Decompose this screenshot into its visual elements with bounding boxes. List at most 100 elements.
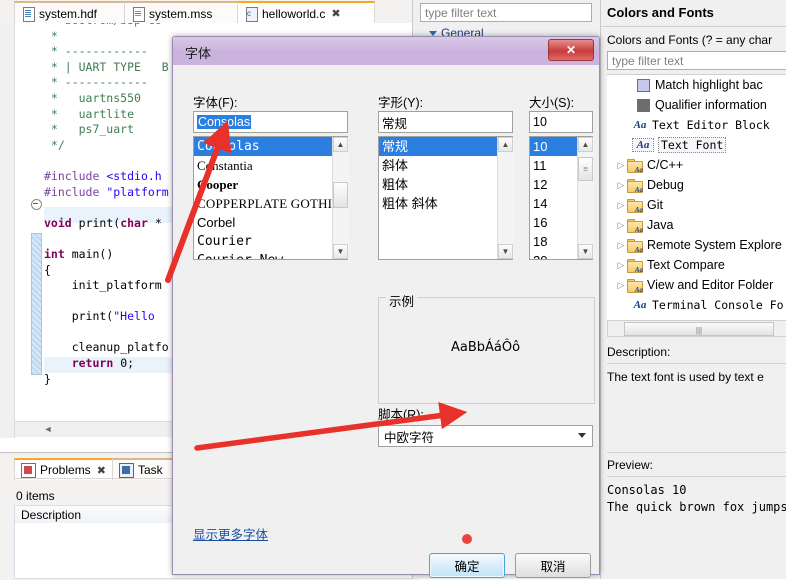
tree-item-terminal-console-font[interactable]: Aa Terminal Console Fo bbox=[607, 295, 786, 315]
font-style-input[interactable]: 常规 bbox=[378, 111, 513, 133]
scroll-left-icon[interactable]: ◄ bbox=[43, 424, 53, 434]
bottom-tab-label: Task bbox=[138, 463, 163, 477]
mss-file-icon bbox=[132, 6, 145, 22]
tree-item-text-editor-block[interactable]: Aa Text Editor Block bbox=[607, 115, 786, 135]
colors-fonts-filter-input[interactable]: type filter text bbox=[607, 51, 786, 70]
chevron-right-icon[interactable]: ▷ bbox=[615, 200, 627, 211]
tree-item-label: Text Editor Block bbox=[652, 118, 770, 132]
chevron-right-icon[interactable]: ▷ bbox=[615, 180, 627, 191]
tree-item-label: Qualifier information bbox=[655, 98, 767, 112]
editor-tab-system-mss[interactable]: system.mss bbox=[124, 1, 247, 24]
description-label: Description: bbox=[607, 345, 671, 359]
style-list-scrollbar[interactable]: ▲ ▼ bbox=[497, 137, 514, 259]
column-header-description: Description bbox=[21, 508, 82, 522]
colors-fonts-tree[interactable]: Match highlight bac Qualifier informatio… bbox=[607, 74, 786, 322]
tree-item-match-highlight[interactable]: Match highlight bac bbox=[607, 75, 786, 95]
chevron-right-icon[interactable]: ▷ bbox=[615, 280, 627, 291]
dialog-title: 字体 bbox=[185, 46, 212, 61]
preview-label: Preview: bbox=[607, 458, 654, 472]
tree-item-text-compare[interactable]: ▷ Aa Text Compare bbox=[607, 255, 786, 275]
tree-item-debug[interactable]: ▷ Aa Debug bbox=[607, 175, 786, 195]
tab-problems[interactable]: Problems ✖ bbox=[14, 458, 120, 480]
scrollbar-thumb[interactable]: ||| bbox=[624, 322, 774, 336]
chevron-down-icon[interactable] bbox=[578, 433, 586, 438]
chevron-right-icon[interactable]: ▷ bbox=[615, 260, 627, 271]
script-combo[interactable]: 中欧字符 bbox=[378, 425, 593, 447]
font-family-value: Consolas bbox=[197, 115, 252, 129]
font-style-list[interactable]: 常规 斜体 粗体 粗体 斜体 bbox=[378, 136, 513, 260]
tree-item-qualifier-info[interactable]: Qualifier information bbox=[607, 95, 786, 115]
tree-item-label: Remote System Explore bbox=[647, 238, 782, 252]
font-size-input[interactable]: 10 bbox=[529, 111, 593, 133]
style-list-item-regular[interactable]: 常规 bbox=[379, 137, 512, 156]
tree-item-java[interactable]: ▷ Aa Java bbox=[607, 215, 786, 235]
bottom-tab-label: Problems bbox=[40, 463, 91, 477]
tree-horizontal-scrollbar[interactable]: ||| bbox=[607, 320, 786, 337]
scroll-up-icon[interactable]: ▲ bbox=[498, 137, 513, 152]
font-list-item-courier-new[interactable]: Courier New bbox=[194, 251, 347, 259]
show-more-fonts-link[interactable]: 显示更多字体 bbox=[193, 524, 268, 543]
font-aa-icon: Aa bbox=[632, 138, 654, 152]
title-divider bbox=[601, 26, 786, 27]
chevron-down-icon[interactable] bbox=[429, 30, 437, 36]
fold-toggle-icon[interactable] bbox=[31, 199, 42, 210]
scroll-up-icon[interactable]: ▲ bbox=[578, 137, 593, 152]
close-icon[interactable]: ✖ bbox=[331, 7, 340, 20]
font-style-label: 字形(Y): bbox=[378, 96, 424, 110]
size-list-scrollbar[interactable]: ▲ ≡ ▼ bbox=[577, 137, 594, 259]
style-list-item-italic[interactable]: 斜体 bbox=[379, 156, 512, 175]
scrollbar-thumb[interactable]: ≡ bbox=[578, 157, 593, 181]
folder-font-icon: Aa bbox=[627, 178, 643, 194]
folder-font-icon: Aa bbox=[627, 198, 643, 214]
preferences-filter-input[interactable]: type filter text bbox=[420, 3, 592, 22]
font-list-item-constantia[interactable]: Constantia bbox=[194, 156, 347, 175]
scroll-down-icon[interactable]: ▼ bbox=[498, 244, 513, 259]
ok-button[interactable]: 确定 bbox=[429, 553, 505, 578]
colors-and-fonts-page: Colors and Fonts Colors and Fonts (? = a… bbox=[600, 0, 786, 579]
page-title: Colors and Fonts bbox=[607, 5, 714, 20]
tree-item-git[interactable]: ▷ Aa Git bbox=[607, 195, 786, 215]
tree-item-text-font[interactable]: Aa Text Font bbox=[607, 135, 786, 155]
tree-item-c-cpp[interactable]: ▷ Aa C/C++ bbox=[607, 155, 786, 175]
tree-item-view-and-editor-folder[interactable]: ▷ Aa View and Editor Folder bbox=[607, 275, 786, 295]
editor-source-code: * bootrom/bsp co * * ------------ * | UA… bbox=[44, 23, 169, 386]
dialog-title-bar[interactable]: 字体 ✕ bbox=[173, 37, 599, 66]
sample-preview-text: AaBbÁáÔô bbox=[450, 340, 521, 355]
font-family-label: 字体(F): bbox=[193, 96, 238, 110]
scroll-up-icon[interactable]: ▲ bbox=[333, 137, 348, 152]
folder-font-icon: Aa bbox=[627, 218, 643, 234]
scrollbar-thumb[interactable] bbox=[333, 182, 348, 208]
font-list-item-copperplate-gothic[interactable]: COPPERPLATE GOTHIC bbox=[194, 194, 347, 213]
font-family-input[interactable]: Consolas bbox=[193, 111, 348, 133]
scroll-down-icon[interactable]: ▼ bbox=[578, 244, 593, 259]
script-label: 脚本(R): bbox=[378, 408, 424, 422]
tree-item-remote-system-explorer[interactable]: ▷ Aa Remote System Explore bbox=[607, 235, 786, 255]
occurrence-annotation-bar bbox=[31, 233, 42, 375]
close-icon[interactable]: ✖ bbox=[97, 464, 106, 477]
scroll-down-icon[interactable]: ▼ bbox=[333, 244, 348, 259]
font-family-list[interactable]: Consolas Constantia Cooper COPPERPLATE G… bbox=[193, 136, 348, 260]
font-list-item-courier[interactable]: Courier bbox=[194, 232, 347, 251]
folder-font-icon: Aa bbox=[627, 158, 643, 174]
font-list-item-corbel[interactable]: Corbel bbox=[194, 213, 347, 232]
tree-item-label: Git bbox=[647, 198, 663, 212]
chevron-right-icon[interactable]: ▷ bbox=[615, 160, 627, 171]
font-size-value: 10 bbox=[533, 115, 547, 129]
chevron-right-icon[interactable]: ▷ bbox=[615, 240, 627, 251]
chevron-right-icon[interactable]: ▷ bbox=[615, 220, 627, 231]
font-size-label: 大小(S): bbox=[529, 96, 575, 110]
cancel-button[interactable]: 取消 bbox=[515, 553, 591, 578]
editor-folding-column[interactable] bbox=[15, 23, 32, 438]
font-list-item-consolas[interactable]: Consolas bbox=[194, 137, 347, 156]
close-icon[interactable]: ✕ bbox=[548, 39, 594, 61]
editor-tab-helloworld-c[interactable]: c helloworld.c ✖ bbox=[237, 1, 375, 24]
style-list-item-bold[interactable]: 粗体 bbox=[379, 175, 512, 194]
font-list-scrollbar[interactable]: ▲ ▼ bbox=[332, 137, 349, 259]
editor-tab-system-hdf[interactable]: system.hdf bbox=[14, 1, 134, 24]
tree-item-label: Terminal Console Fo bbox=[652, 298, 784, 312]
style-list-item-bold-italic[interactable]: 粗体 斜体 bbox=[379, 194, 512, 213]
editor-tab-label: system.hdf bbox=[39, 6, 98, 21]
font-list-item-cooper[interactable]: Cooper bbox=[194, 175, 347, 194]
editor-tab-bar: system.hdf system.mss c helloworld.c ✖ bbox=[0, 0, 420, 24]
c-file-icon: c bbox=[245, 6, 258, 22]
